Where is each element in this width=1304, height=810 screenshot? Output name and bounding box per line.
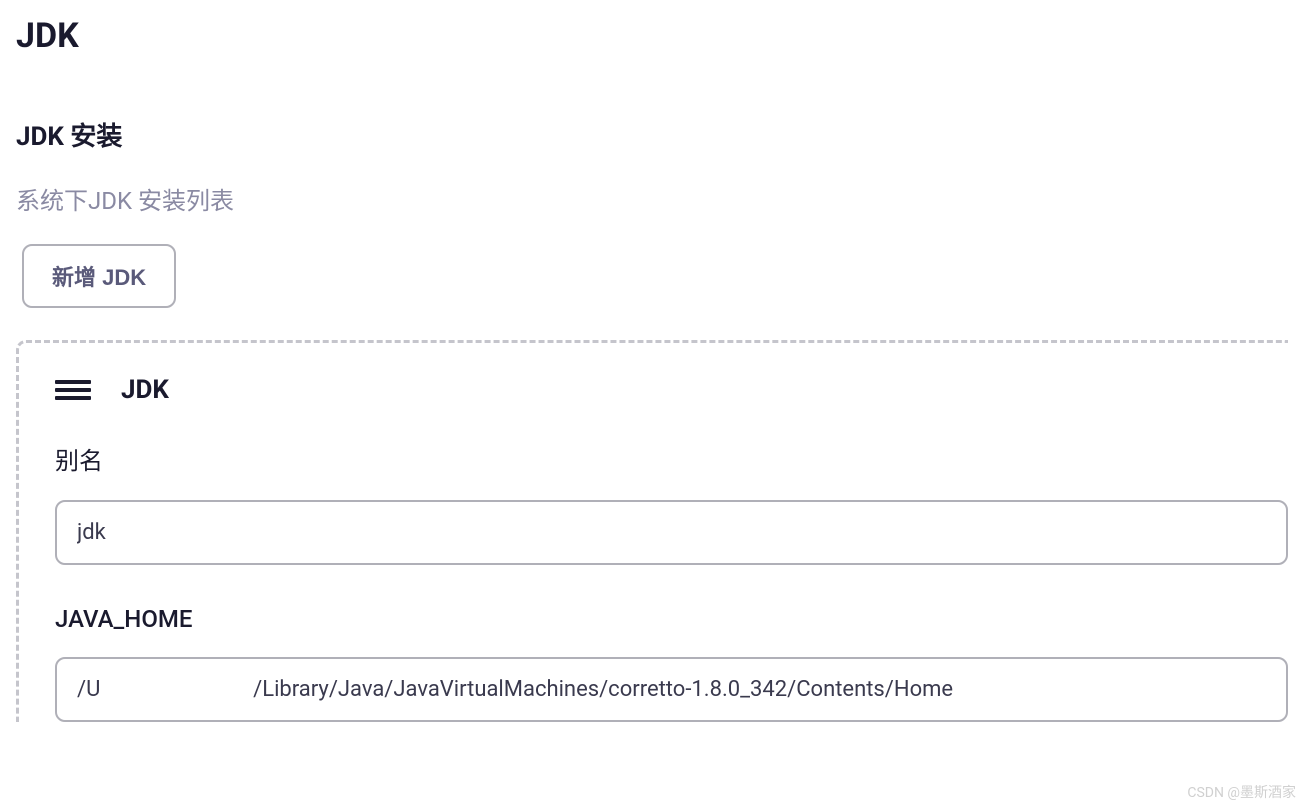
section-description: 系统下JDK 安装列表	[16, 181, 1288, 216]
add-jdk-button[interactable]: 新增 JDK	[22, 244, 176, 308]
item-header: JDK	[55, 375, 1288, 405]
java-home-label: JAVA_HOME	[55, 605, 1288, 633]
alias-input[interactable]	[55, 500, 1288, 565]
java-home-field-group: JAVA_HOME	[55, 605, 1288, 722]
watermark: CSDN @墨斯酒家	[1187, 782, 1296, 802]
jdk-item-container: JDK 别名 JAVA_HOME	[16, 340, 1288, 722]
page-title: JDK	[16, 16, 1288, 56]
alias-field-group: 别名	[55, 441, 1288, 565]
drag-handle-icon[interactable]	[55, 380, 91, 400]
java-home-input[interactable]	[55, 657, 1288, 722]
alias-label: 别名	[55, 441, 1288, 476]
section-title: JDK 安装	[16, 116, 1288, 153]
item-title: JDK	[121, 375, 169, 405]
